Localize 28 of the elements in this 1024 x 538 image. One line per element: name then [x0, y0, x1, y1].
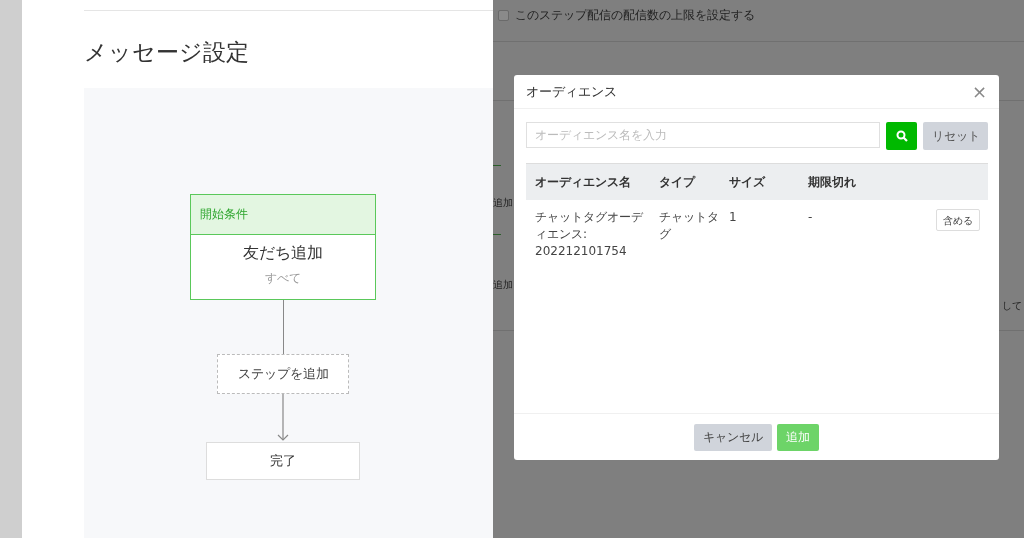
start-condition-header: 開始条件 [191, 195, 375, 235]
background-text: 追加 [493, 196, 513, 210]
add-step-button[interactable]: ステップを追加 [217, 354, 349, 394]
dialog-title: オーディエンス [526, 82, 617, 101]
checkbox[interactable] [498, 10, 509, 21]
close-button[interactable]: × [971, 81, 987, 102]
background-text: 追加 [493, 278, 513, 292]
column-header: オーディエンス名 [534, 173, 632, 191]
checkbox-label: このステップ配信の配信数の上限を設定する [515, 7, 755, 24]
search-button[interactable] [886, 122, 917, 150]
table-cell-text: チャットタグ [658, 209, 720, 243]
table-cell-text: - [807, 209, 814, 226]
column-header: タイプ [658, 173, 697, 191]
end-node: 完了 [206, 442, 360, 480]
table-cell-text: チャットタグオーディエンス: 202212101754 [534, 209, 644, 260]
trigger-subtitle: すべて [265, 270, 301, 287]
column-header: サイズ [728, 173, 767, 191]
table-cell-text: 1 [728, 209, 738, 226]
cancel-button[interactable]: キャンセル [694, 423, 772, 451]
reset-button[interactable]: リセット [923, 122, 988, 150]
background-text: して [1002, 299, 1022, 313]
include-button[interactable]: 含める [936, 209, 980, 231]
page-title: メッセージ設定 [84, 38, 250, 67]
start-condition-card[interactable]: 開始条件 友だち追加 すべて [190, 194, 376, 300]
down-arrow [277, 394, 289, 442]
search-icon [895, 130, 908, 142]
column-header: 期限切れ [807, 173, 857, 191]
trigger-title: 友だち追加 [243, 243, 323, 264]
